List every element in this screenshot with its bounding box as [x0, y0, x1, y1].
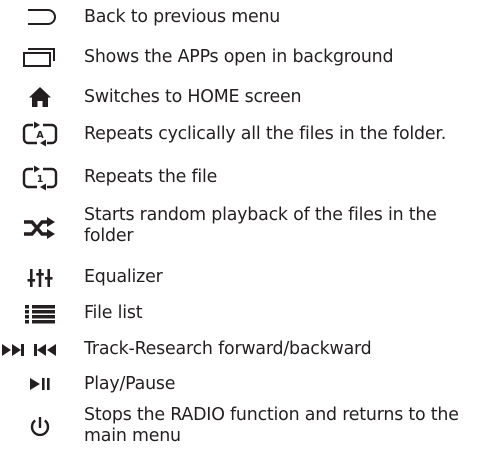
power-icon	[2, 414, 78, 440]
home-icon	[2, 85, 78, 109]
legend-text-repeat-all: Repeats cyclically all the files in the …	[84, 124, 447, 144]
legend-row-repeat-all: A Repeats cyclically all the files in th…	[0, 116, 485, 152]
legend-text-shuffle: Starts random playback of the files in t…	[84, 205, 437, 246]
legend-text-power: Stops the RADIO function and returns to …	[84, 405, 459, 446]
legend-text-repeat-one: Repeats the file	[84, 167, 218, 187]
file-list-icon	[2, 303, 78, 325]
recent-apps-icon	[2, 46, 78, 68]
track-seek-icon	[0, 340, 84, 360]
legend-row-power: Stops the RADIO function and returns to …	[0, 400, 485, 452]
repeat-all-icon-letter: A	[36, 130, 44, 141]
legend-row-track-seek: Track-Research forward/backward	[0, 334, 485, 366]
equalizer-icon	[2, 267, 78, 289]
legend-text-back: Back to previous menu	[84, 7, 281, 27]
repeat-one-icon: 1	[2, 165, 78, 191]
shuffle-icon	[2, 217, 78, 239]
legend-row-back: Back to previous menu	[0, 0, 485, 34]
repeat-all-icon: A	[2, 121, 78, 147]
legend-row-file-list: File list	[0, 298, 485, 330]
legend-row-shuffle: Starts random playback of the files in t…	[0, 200, 485, 256]
legend-row-recent-apps: Shows the APPs open in background	[0, 40, 485, 74]
legend-text-file-list: File list	[84, 303, 143, 323]
legend-text-home: Switches to HOME screen	[84, 87, 302, 107]
icon-legend: Back to previous menu Shows the APPs ope…	[0, 0, 485, 452]
legend-row-home: Switches to HOME screen	[0, 80, 485, 114]
repeat-one-icon-digit: 1	[37, 174, 44, 185]
legend-text-equalizer: Equalizer	[84, 267, 163, 287]
legend-text-track-seek: Track-Research forward/backward	[84, 339, 372, 359]
legend-row-play-pause: Play/Pause	[0, 368, 485, 400]
legend-text-recent-apps: Shows the APPs open in background	[84, 47, 394, 67]
legend-row-equalizer: Equalizer	[0, 262, 485, 294]
legend-row-repeat-one: 1 Repeats the file	[0, 160, 485, 196]
legend-text-play-pause: Play/Pause	[84, 374, 176, 394]
play-pause-icon	[2, 374, 78, 394]
back-arrow-icon	[2, 6, 78, 28]
